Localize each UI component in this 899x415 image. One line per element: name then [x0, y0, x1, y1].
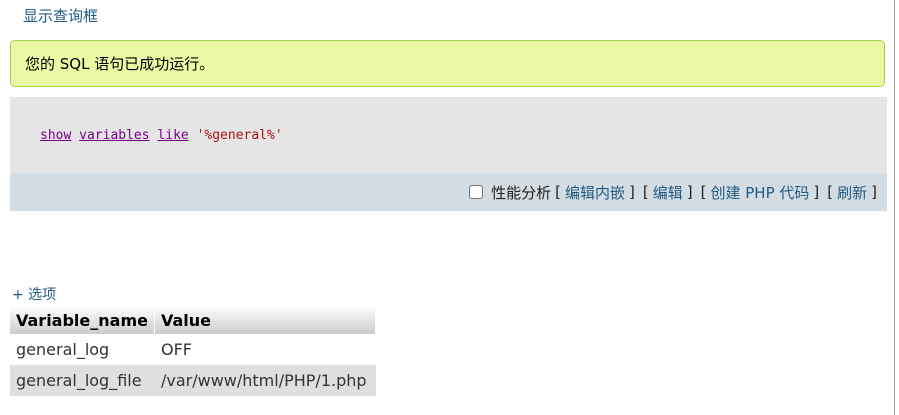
- bracket-close: ]: [629, 183, 635, 201]
- sql-keyword-variables[interactable]: variables: [79, 128, 149, 143]
- sql-keyword-like[interactable]: like: [157, 128, 188, 143]
- sql-query-box: show variables like '%general%' 性能分析 [编辑…: [10, 97, 887, 239]
- profiling-checkbox[interactable]: [469, 185, 484, 199]
- success-message-text: 您的 SQL 语句已成功运行。: [25, 55, 215, 73]
- bracket-open: [: [827, 183, 834, 201]
- table-row[interactable]: general_log OFF: [10, 334, 376, 365]
- cell-variable-name: general_log: [10, 334, 155, 365]
- options-toggle-link[interactable]: + 选项: [12, 284, 56, 304]
- cell-variable-name: general_log_file: [10, 365, 155, 396]
- bracket-close: ]: [686, 183, 693, 201]
- window-right-border: [894, 0, 895, 415]
- profiling-label[interactable]: 性能分析: [491, 182, 551, 203]
- results-table: Variable_name Value general_log OFF gene…: [10, 306, 376, 396]
- bracket-close: ]: [813, 183, 820, 201]
- sql-query-line: show variables like '%general%': [40, 128, 283, 143]
- table-header-row: Variable_name Value: [10, 306, 376, 334]
- column-header-variable-name[interactable]: Variable_name: [10, 306, 155, 334]
- edit-link[interactable]: 编辑: [653, 182, 683, 203]
- table-row[interactable]: general_log_file /var/www/html/PHP/1.php: [10, 365, 376, 396]
- sql-toolbar: 性能分析 [编辑内嵌] [编辑] [创建 PHP 代码] [刷新]: [10, 173, 887, 211]
- bracket-open: [: [700, 183, 707, 201]
- create-php-code-link[interactable]: 创建 PHP 代码: [710, 182, 809, 203]
- show-query-box-link[interactable]: 显示查询框: [23, 5, 98, 26]
- edit-inline-link[interactable]: 编辑内嵌: [565, 182, 625, 203]
- cell-value: OFF: [154, 334, 376, 365]
- refresh-link[interactable]: 刷新: [837, 182, 867, 203]
- column-header-value[interactable]: Value: [154, 306, 376, 334]
- cell-value: /var/www/html/PHP/1.php: [154, 365, 376, 396]
- sql-keyword-show[interactable]: show: [40, 128, 71, 143]
- sql-code-area: show variables like '%general%': [10, 97, 887, 173]
- sql-string-pattern: '%general%': [196, 128, 283, 143]
- bracket-close: ]: [871, 183, 877, 201]
- bracket-open: [: [555, 183, 562, 201]
- success-message: 您的 SQL 语句已成功运行。: [10, 40, 885, 87]
- bracket-open: [: [642, 183, 649, 201]
